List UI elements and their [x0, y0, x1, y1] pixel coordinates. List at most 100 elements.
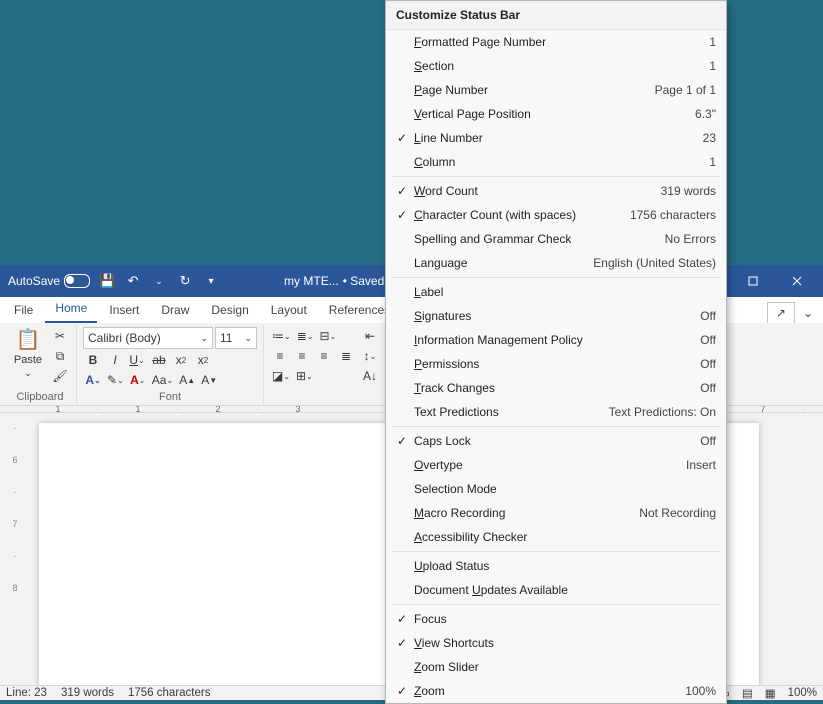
- view-print-layout-button[interactable]: ▤: [742, 686, 753, 700]
- strikethrough-button[interactable]: ab: [149, 351, 169, 369]
- ctx-item-character-count-with-spaces[interactable]: ✓Character Count (with spaces)1756 chara…: [386, 203, 726, 227]
- ctx-item-formatted-page-number[interactable]: Formatted Page Number1: [386, 30, 726, 54]
- ctx-item-spelling-and-grammar-check[interactable]: Spelling and Grammar CheckNo Errors: [386, 227, 726, 251]
- ctx-item-macro-recording[interactable]: Macro RecordingNot Recording: [386, 501, 726, 525]
- multilevel-list-button[interactable]: ⊟⌄: [317, 327, 338, 345]
- line-spacing-button[interactable]: ↕⌄: [360, 347, 380, 365]
- view-web-layout-button[interactable]: ▦: [765, 686, 776, 700]
- ctx-item-word-count[interactable]: ✓Word Count319 words: [386, 179, 726, 203]
- ctx-item-label: Zoom: [412, 684, 685, 698]
- checkmark-icon: ✓: [392, 684, 412, 698]
- font-color-button[interactable]: A⌄: [128, 371, 148, 389]
- ctx-item-column[interactable]: Column1: [386, 150, 726, 174]
- font-name-value: Calibri (Body): [88, 331, 161, 345]
- zoom-level[interactable]: 100%: [788, 687, 817, 699]
- tab-home[interactable]: Home: [45, 297, 97, 323]
- ctx-item-value: Page 1 of 1: [655, 83, 716, 97]
- tab-file[interactable]: File: [4, 299, 43, 323]
- ctx-item-value: Not Recording: [639, 506, 716, 520]
- paste-label: Paste: [14, 354, 42, 366]
- ctx-item-section[interactable]: Section1: [386, 54, 726, 78]
- superscript-button[interactable]: x2: [193, 351, 213, 369]
- ctx-item-accessibility-checker[interactable]: Accessibility Checker: [386, 525, 726, 549]
- ribbon-group-font: Calibri (Body) ⌄ 11 ⌄ B I U⌄ ab x2: [77, 325, 264, 405]
- ribbon-group-clipboard: 📋 Paste ⌄ ✂ ⧉ 🖌 Clipboard: [4, 325, 77, 405]
- tab-layout[interactable]: Layout: [261, 299, 317, 323]
- checkmark-icon: ✓: [392, 208, 412, 222]
- ctx-item-information-management-policy[interactable]: Information Management PolicyOff: [386, 328, 726, 352]
- ctx-item-label: View Shortcuts: [412, 636, 716, 650]
- ctx-item-overtype[interactable]: OvertypeInsert: [386, 453, 726, 477]
- cut-button[interactable]: ✂: [50, 327, 70, 345]
- clipboard-group-label: Clipboard: [10, 389, 70, 403]
- format-painter-button[interactable]: 🖌: [50, 367, 70, 385]
- underline-button[interactable]: U⌄: [127, 351, 147, 369]
- maximize-button[interactable]: [731, 265, 775, 297]
- qat-overflow-icon[interactable]: ▾: [198, 269, 224, 293]
- share-button[interactable]: ↗: [767, 302, 795, 323]
- change-case-button[interactable]: Aa⌄: [150, 371, 175, 389]
- paint-bucket-icon: ◪: [272, 369, 283, 383]
- checkmark-icon: ✓: [392, 184, 412, 198]
- ctx-item-value: Off: [700, 381, 716, 395]
- font-size-combo[interactable]: 11 ⌄: [215, 327, 257, 349]
- ctx-item-vertical-page-position[interactable]: Vertical Page Position6.3": [386, 102, 726, 126]
- ctx-item-line-number[interactable]: ✓Line Number23: [386, 126, 726, 150]
- paste-button[interactable]: 📋 Paste ⌄: [10, 327, 46, 379]
- vertical-ruler[interactable]: ·6·7·8: [0, 413, 31, 685]
- save-icon[interactable]: 💾: [94, 269, 120, 293]
- ctx-item-label: Formatted Page Number: [412, 35, 709, 49]
- tab-insert[interactable]: Insert: [99, 299, 149, 323]
- copy-button[interactable]: ⧉: [50, 347, 70, 365]
- ctx-item-document-updates-available[interactable]: Document Updates Available: [386, 578, 726, 602]
- sort-button[interactable]: A↓: [360, 367, 380, 385]
- shading-button[interactable]: ◪⌄: [270, 367, 292, 385]
- ctx-item-label[interactable]: Label: [386, 280, 726, 304]
- tab-design[interactable]: Design: [201, 299, 258, 323]
- align-right-button[interactable]: ≡: [314, 347, 334, 365]
- subscript-button[interactable]: x2: [171, 351, 191, 369]
- ctx-item-upload-status[interactable]: Upload Status: [386, 554, 726, 578]
- align-left-button[interactable]: ≡: [270, 347, 290, 365]
- bold-button[interactable]: B: [83, 351, 103, 369]
- autosave-toggle[interactable]: [64, 274, 90, 288]
- undo-dropdown-icon[interactable]: ⌄: [146, 269, 172, 293]
- ctx-item-language[interactable]: LanguageEnglish (United States): [386, 251, 726, 275]
- clipboard-icon: 📋: [16, 327, 41, 352]
- tab-draw[interactable]: Draw: [151, 299, 199, 323]
- ctx-item-text-predictions[interactable]: Text PredictionsText Predictions: On: [386, 400, 726, 424]
- bullets-button[interactable]: ≔⌄: [270, 327, 293, 345]
- ctx-item-label: Caps Lock: [412, 434, 700, 448]
- shrink-font-button[interactable]: A▼: [199, 371, 219, 389]
- ribbon-collapse-button[interactable]: ⌄: [797, 303, 819, 323]
- ctx-item-signatures[interactable]: SignaturesOff: [386, 304, 726, 328]
- status-word-count[interactable]: 319 words: [61, 687, 114, 699]
- italic-button[interactable]: I: [105, 351, 125, 369]
- text-effects-button[interactable]: A⌄: [83, 371, 103, 389]
- grow-font-button[interactable]: A▲: [177, 371, 197, 389]
- ctx-item-permissions[interactable]: PermissionsOff: [386, 352, 726, 376]
- ctx-item-label: Page Number: [412, 83, 655, 97]
- ctx-item-focus[interactable]: ✓Focus: [386, 607, 726, 631]
- ctx-item-zoom[interactable]: ✓Zoom100%: [386, 679, 726, 703]
- ctx-item-zoom-slider[interactable]: Zoom Slider: [386, 655, 726, 679]
- ctx-item-page-number[interactable]: Page NumberPage 1 of 1: [386, 78, 726, 102]
- highlight-color-button[interactable]: ✎⌄: [105, 371, 126, 389]
- ctx-item-track-changes[interactable]: Track ChangesOff: [386, 376, 726, 400]
- redo-icon[interactable]: ↻: [172, 269, 198, 293]
- align-center-button[interactable]: ≡: [292, 347, 312, 365]
- status-line-number[interactable]: Line: 23: [6, 687, 47, 699]
- maximize-icon: [748, 276, 758, 286]
- ctx-item-selection-mode[interactable]: Selection Mode: [386, 477, 726, 501]
- font-name-combo[interactable]: Calibri (Body) ⌄: [83, 327, 213, 349]
- ctx-item-view-shortcuts[interactable]: ✓View Shortcuts: [386, 631, 726, 655]
- numbering-button[interactable]: ≣⌄: [295, 327, 316, 345]
- borders-button[interactable]: ⊞⌄: [294, 367, 315, 385]
- undo-icon[interactable]: ↶: [120, 269, 146, 293]
- ctx-item-caps-lock[interactable]: ✓Caps LockOff: [386, 429, 726, 453]
- decrease-indent-button[interactable]: ⇤: [360, 327, 380, 345]
- status-char-count[interactable]: 1756 characters: [128, 687, 210, 699]
- close-button[interactable]: [775, 265, 819, 297]
- customize-status-bar-title: Customize Status Bar: [386, 1, 726, 30]
- align-justify-button[interactable]: ≣: [336, 347, 356, 365]
